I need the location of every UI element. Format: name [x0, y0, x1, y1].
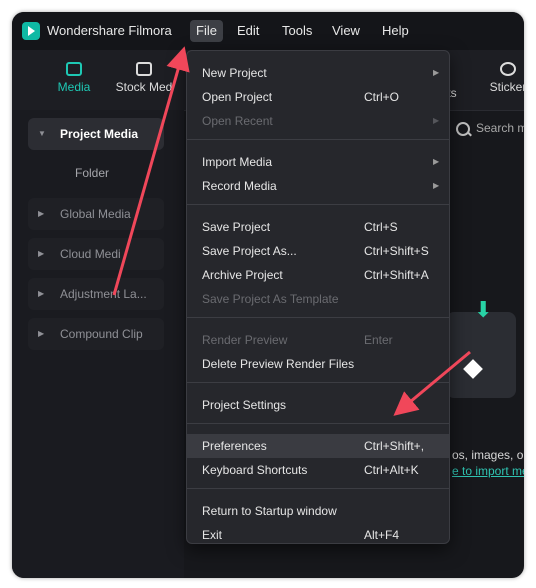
submenu-arrow-icon: ▶ [433, 68, 440, 77]
title-bar: Wondershare Filmora File Edit Tools View… [12, 12, 524, 50]
filmora-window: Wondershare Filmora File Edit Tools View… [12, 12, 524, 578]
menu-tools[interactable]: Tools [276, 20, 318, 42]
sidebar-item-global-media[interactable]: ▶ Global Media [28, 198, 164, 230]
menu-item-save-as-template: Save Project As Template [202, 292, 339, 306]
tab-media-label: Media [57, 80, 91, 94]
sidebar-item-adjustment-layer[interactable]: ▶ Adjustment La... [28, 278, 164, 310]
submenu-arrow-icon: ▶ [433, 181, 440, 190]
sidebar-item-cloud-media[interactable]: ▶ Cloud Medi [28, 238, 164, 270]
menu-edit[interactable]: Edit [231, 20, 265, 42]
menu-item-open-project[interactable]: Open Project Ctrl+O [187, 85, 449, 109]
tab-stock-media-label: Stock Med [115, 80, 173, 94]
menu-item-keyboard-shortcuts[interactable]: Keyboard Shortcuts Ctrl+Alt+K [187, 458, 449, 482]
stock-media-icon [136, 62, 152, 76]
menu-view[interactable]: View [326, 20, 366, 42]
menu-separator [187, 204, 449, 205]
menu-item-import-media[interactable]: Import Media ▶ [187, 150, 449, 174]
filmora-logo-icon [22, 22, 40, 40]
menu-separator [187, 423, 449, 424]
chevron-down-icon: ▼ [38, 129, 46, 138]
sidebar-item-folder[interactable]: Folder [75, 166, 109, 180]
chevron-right-icon: ▶ [38, 329, 45, 338]
empty-folder-illustration [446, 312, 516, 398]
menu-item-preferences[interactable]: Preferences Ctrl+Shift+, [187, 434, 449, 458]
search-icon[interactable] [456, 122, 470, 136]
menu-item-new-project[interactable]: New Project ▶ [187, 61, 449, 85]
tab-media[interactable]: Media [56, 62, 92, 94]
tab-stock-media[interactable]: Stock Med [112, 62, 176, 94]
menu-item-open-recent: Open Recent ▶ [187, 109, 449, 133]
menu-file[interactable]: File [190, 20, 223, 42]
menu-item-save-project[interactable]: Save Project Ctrl+S [187, 215, 449, 239]
import-media-link[interactable]: e to import me [452, 464, 524, 478]
menu-item-project-settings[interactable]: Project Settings [187, 393, 449, 417]
menu-separator [187, 488, 449, 489]
tab-stickers-label: Sticker [489, 80, 524, 94]
submenu-arrow-icon: ▶ [433, 116, 440, 125]
media-icon [66, 62, 82, 76]
menu-item-delete-preview[interactable]: Delete Preview Render Files [187, 352, 449, 376]
sidebar-item-project-media[interactable]: ▼ Project Media [28, 118, 164, 150]
chevron-right-icon: ▶ [38, 249, 45, 258]
menu-item-exit[interactable]: Exit Alt+F4 [187, 523, 449, 547]
sidebar: ▼ Project Media Folder ▶ Global Media ▶ … [12, 110, 184, 578]
submenu-arrow-icon: ▶ [433, 157, 440, 166]
menu-help[interactable]: Help [376, 20, 415, 42]
menu-separator [187, 382, 449, 383]
sticker-icon [500, 62, 516, 76]
menu-separator [187, 317, 449, 318]
menu-item-record-media[interactable]: Record Media ▶ [187, 174, 449, 198]
menu-separator [187, 139, 449, 140]
menu-item-return-startup[interactable]: Return to Startup window [187, 499, 449, 523]
search-input[interactable]: Search m [476, 121, 524, 135]
menu-item-archive-project[interactable]: Archive Project Ctrl+Shift+A [187, 263, 449, 287]
empty-state-text: os, images, or a [452, 448, 524, 462]
file-menu-dropdown: New Project ▶ Open Project Ctrl+O Open R… [186, 50, 450, 544]
menu-item-save-project-as[interactable]: Save Project As... Ctrl+Shift+S [187, 239, 449, 263]
chevron-right-icon: ▶ [38, 289, 45, 298]
download-arrow-icon: ⬇ [474, 297, 493, 322]
menu-item-render-preview: Render Preview Enter [202, 333, 393, 347]
chevron-right-icon: ▶ [38, 209, 45, 218]
app-title: Wondershare Filmora [47, 23, 172, 38]
sidebar-item-compound-clip[interactable]: ▶ Compound Clip [28, 318, 164, 350]
tab-stickers[interactable]: Sticker [488, 62, 524, 94]
